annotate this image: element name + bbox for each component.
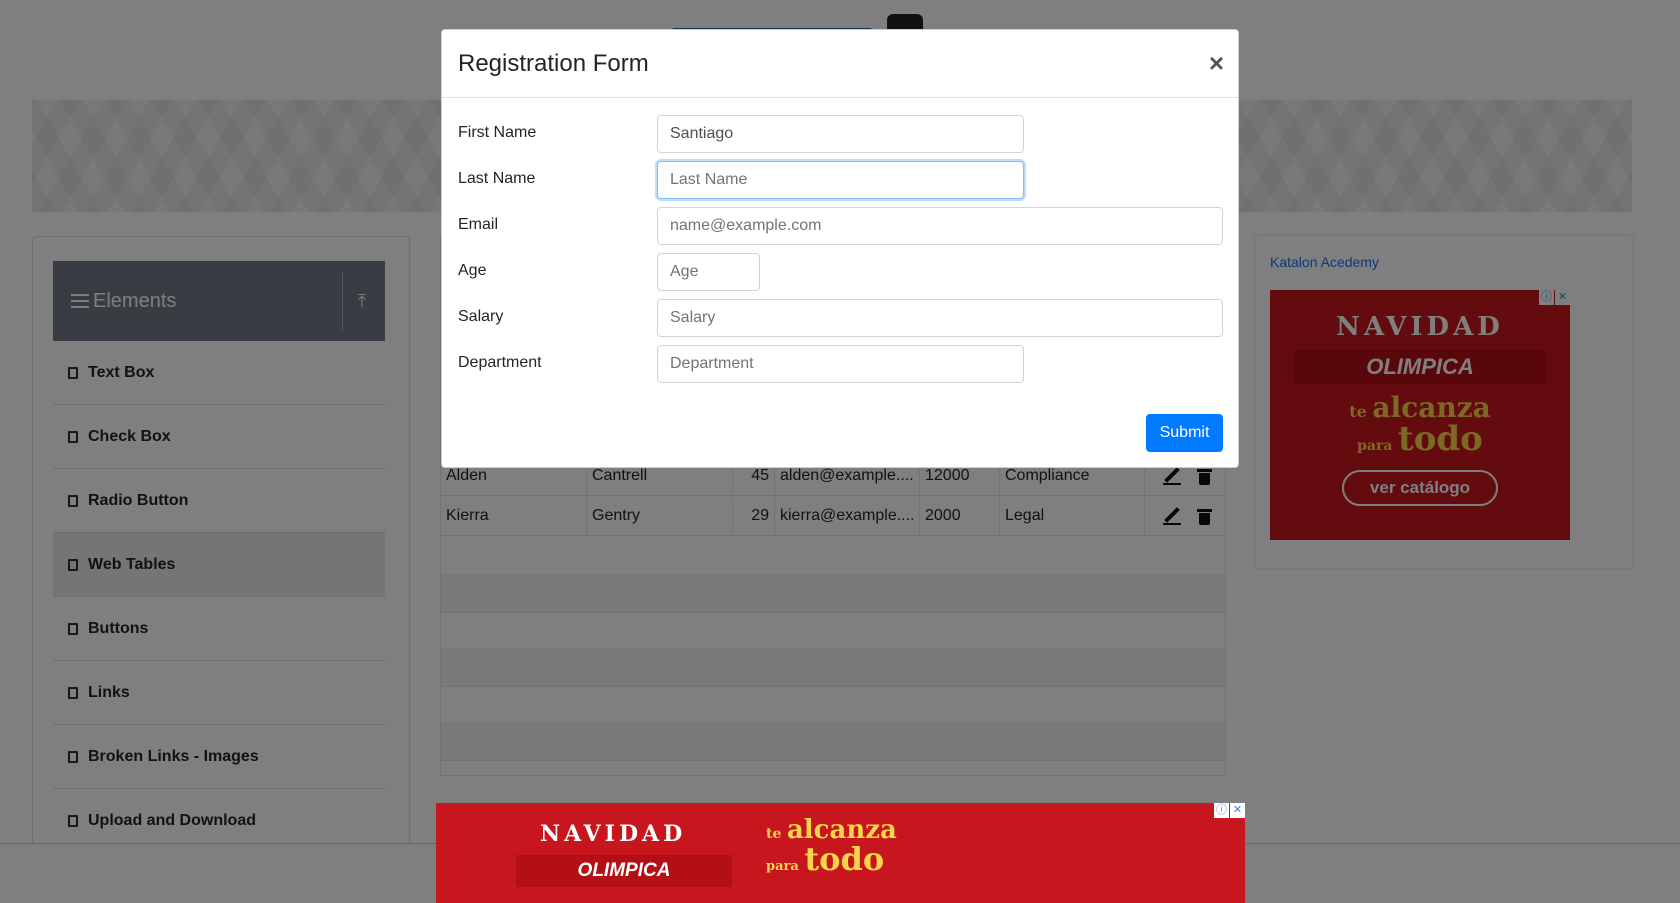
salary-label: Salary	[458, 308, 504, 325]
ad-slogan-para: para	[766, 859, 799, 874]
department-input[interactable]	[657, 345, 1024, 383]
ad-slogan-te: te	[766, 826, 782, 842]
ad-slogan: te alcanza para todo	[766, 817, 897, 875]
registration-modal: Registration Form × First Name Last Name…	[441, 29, 1239, 468]
email-input[interactable]	[657, 207, 1223, 245]
age-input[interactable]	[657, 253, 760, 291]
age-label: Age	[458, 262, 487, 279]
modal-header: Registration Form ×	[442, 30, 1238, 98]
last-name-input[interactable]	[657, 161, 1024, 199]
ad-info-icon[interactable]: ⓘ	[1214, 803, 1229, 818]
ad-slogan-todo: todo	[804, 840, 885, 878]
first-name-label: First Name	[458, 124, 537, 141]
close-icon[interactable]: ×	[1209, 50, 1224, 76]
modal-title: Registration Form	[458, 49, 649, 77]
first-name-input[interactable]	[657, 115, 1024, 153]
ad-headline: NAVIDAD	[540, 821, 687, 847]
submit-button[interactable]: Submit	[1146, 414, 1223, 452]
email-label: Email	[458, 216, 499, 233]
department-label: Department	[458, 354, 542, 371]
ad-banner-bottom[interactable]: ⓘ ✕ NAVIDAD OLIMPICA te alcanza para tod…	[436, 803, 1245, 903]
ad-close-icon[interactable]: ✕	[1230, 803, 1245, 818]
salary-input[interactable]	[657, 299, 1223, 337]
ad-brand: OLIMPICA	[516, 855, 732, 887]
ad-controls: ⓘ ✕	[1214, 803, 1245, 818]
last-name-label: Last Name	[458, 170, 536, 187]
